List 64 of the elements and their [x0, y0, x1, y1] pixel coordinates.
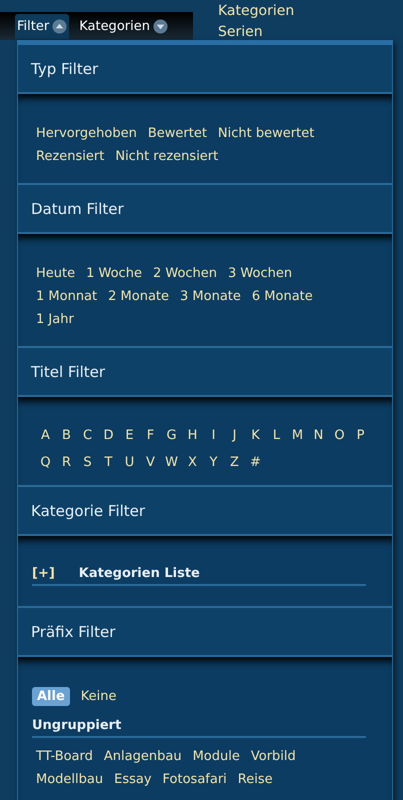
- nav-link[interactable]: Kategorien: [218, 1, 294, 22]
- section-header: Kategorie Filter: [18, 487, 392, 536]
- filter-option[interactable]: 6 Monate: [250, 286, 314, 307]
- filter-option[interactable]: Fotosafari: [162, 769, 228, 790]
- letter-link[interactable]: F: [140, 425, 161, 446]
- filter-option[interactable]: Rezensiert: [35, 146, 106, 167]
- letter-link[interactable]: C: [77, 425, 98, 446]
- filter-option[interactable]: Nicht bewertet: [216, 123, 316, 144]
- letter-link[interactable]: U: [119, 452, 140, 473]
- letter-link[interactable]: A: [35, 425, 56, 446]
- filter-option[interactable]: Nicht rezensiert: [114, 146, 220, 167]
- filter-option[interactable]: 1 Monnat: [35, 286, 98, 307]
- up-circle-icon[interactable]: [52, 18, 68, 34]
- filter-option[interactable]: 2 Monate: [107, 286, 170, 307]
- choice-link[interactable]: Keine: [76, 687, 122, 706]
- letter-link[interactable]: K: [245, 425, 266, 446]
- filter-option[interactable]: 3 Wochen: [227, 263, 294, 284]
- letter-link[interactable]: E: [119, 425, 140, 446]
- letter-link[interactable]: M: [287, 425, 308, 446]
- letter-link[interactable]: X: [182, 452, 203, 473]
- filter-option[interactable]: Heute: [35, 263, 76, 284]
- filter-option[interactable]: Anlagenbau: [102, 746, 183, 767]
- letter-link[interactable]: Q: [35, 452, 56, 473]
- filter-option[interactable]: Bewertet: [146, 123, 208, 144]
- letter-link[interactable]: Z: [224, 452, 245, 473]
- letter-link[interactable]: R: [56, 452, 77, 473]
- section-header: Datum Filter: [18, 185, 392, 234]
- letter-link[interactable]: J: [224, 425, 245, 446]
- letter-link[interactable]: P: [350, 425, 371, 446]
- filter-option[interactable]: 1 Jahr: [35, 309, 75, 330]
- filter-option[interactable]: Modellbau: [35, 769, 104, 790]
- section-header: Typ Filter: [18, 45, 392, 94]
- letter-link[interactable]: W: [161, 452, 182, 473]
- tree-label[interactable]: Kategorien Liste: [78, 566, 200, 581]
- filter-option[interactable]: Hervorgehoben: [35, 123, 138, 144]
- filter-option[interactable]: Module: [192, 746, 241, 767]
- letter-link[interactable]: S: [77, 452, 98, 473]
- filter-option[interactable]: 3 Monate: [179, 286, 242, 307]
- expand-toggle[interactable]: [+]: [32, 566, 55, 581]
- letter-link[interactable]: H: [182, 425, 203, 446]
- letter-link[interactable]: L: [266, 425, 287, 446]
- letter-link[interactable]: G: [161, 425, 182, 446]
- letter-link[interactable]: D: [98, 425, 119, 446]
- letter-link[interactable]: #: [245, 452, 266, 473]
- letter-link[interactable]: O: [329, 425, 350, 446]
- letter-link[interactable]: B: [56, 425, 77, 446]
- filter-option[interactable]: Vorbild: [250, 746, 297, 767]
- filter-option[interactable]: Essay: [113, 769, 153, 790]
- letter-link[interactable]: V: [140, 452, 161, 473]
- group-heading: Ungruppiert: [32, 718, 366, 738]
- section-header: Titel Filter: [18, 348, 392, 397]
- filter-option[interactable]: 2 Wochen: [152, 263, 218, 284]
- nav-link[interactable]: Serien: [218, 22, 294, 42]
- menu-tab[interactable]: Filter: [15, 14, 70, 38]
- filter-option[interactable]: Reise: [236, 769, 274, 790]
- letter-link[interactable]: N: [308, 425, 329, 446]
- menu-tab[interactable]: Kategorien: [77, 14, 170, 38]
- letter-link[interactable]: T: [98, 452, 119, 473]
- down-circle-icon[interactable]: [152, 18, 168, 34]
- filter-option[interactable]: 1 Woche: [85, 263, 143, 284]
- section-header: Präfix Filter: [18, 608, 392, 657]
- letter-link[interactable]: Y: [203, 452, 224, 473]
- filter-option[interactable]: TT-Board: [35, 746, 94, 767]
- letter-link[interactable]: I: [203, 425, 224, 446]
